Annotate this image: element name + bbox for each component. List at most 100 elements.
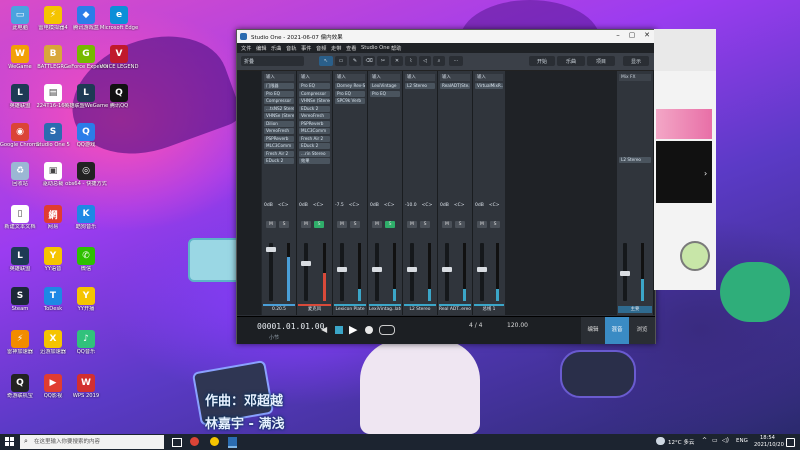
menu-item[interactable]: Studio One	[361, 45, 390, 51]
mute-tool-button[interactable]: ✕	[391, 56, 403, 66]
mute-button[interactable]: M	[301, 221, 311, 228]
fader-knob[interactable]	[407, 267, 417, 272]
mute-button[interactable]: M	[337, 221, 347, 228]
insert-slot[interactable]: SPC9k Verb	[335, 98, 365, 104]
mix-view-button[interactable]: 混音	[605, 317, 629, 344]
solo-button[interactable]: S	[490, 221, 500, 228]
desktop-icon[interactable]: e Microsoft Edge	[97, 4, 141, 44]
mute-button[interactable]: M	[477, 221, 487, 228]
draw-tool-button[interactable]: ✎	[349, 56, 361, 66]
mute-button[interactable]: M	[266, 221, 276, 228]
insert-slot[interactable]: 效果	[299, 158, 330, 164]
insert-slot[interactable]: Pro EQ	[299, 83, 330, 89]
insert-slot[interactable]: PSPReverb	[299, 120, 330, 127]
insert-slot[interactable]: VHNSe (Stereo)	[299, 98, 330, 104]
fader-track[interactable]	[304, 243, 308, 301]
pan-value[interactable]: <C>	[489, 203, 500, 208]
insert-slot[interactable]: EDuck 2	[299, 105, 330, 112]
minimize-icon[interactable]: –	[611, 31, 625, 42]
volume-value[interactable]: 0dB	[370, 203, 379, 208]
volume-value[interactable]: 0dB	[475, 203, 484, 208]
menu-item[interactable]: 乐曲	[271, 45, 281, 52]
channel-name[interactable]: Lexicon Plate	[334, 304, 366, 313]
fader-knob[interactable]	[442, 267, 452, 272]
menu-item[interactable]: 音轨	[286, 45, 296, 52]
erase-tool-button[interactable]: ⌫	[363, 56, 375, 66]
channel-input-label[interactable]: 输入	[475, 74, 503, 81]
insert-slot[interactable]: Fresh Air 2	[264, 150, 294, 157]
desktop-icon[interactable]: Y YY开播	[64, 285, 108, 325]
insert-slot[interactable]: PSPReverb	[264, 135, 294, 142]
insert-slot[interactable]: Pro EQ	[335, 90, 365, 97]
pan-value[interactable]: <C>	[313, 203, 324, 208]
fader-track[interactable]	[340, 243, 344, 301]
pan-value[interactable]: <C>	[349, 203, 360, 208]
insert-slot[interactable]: LexiVintage	[370, 83, 400, 89]
select-tool-button[interactable]: ↖	[319, 56, 333, 66]
snap-button[interactable]: ⋯	[449, 56, 463, 66]
listen-tool-button[interactable]: ◁	[419, 56, 431, 66]
channel-input-label[interactable]: 输入	[335, 74, 365, 81]
insert-slot[interactable]: VirtualMixR...	[475, 83, 503, 89]
desktop-icon[interactable]: W WPS 2019	[64, 372, 108, 412]
volume-value[interactable]: -7.5	[335, 203, 344, 208]
fader-knob[interactable]	[337, 267, 347, 272]
browse-view-button[interactable]: 浏览	[629, 317, 655, 344]
volume-value[interactable]: 0dB	[440, 203, 449, 208]
rewind-button[interactable]: ◀	[321, 325, 327, 334]
channel-input-label[interactable]: 输入	[440, 74, 470, 81]
channel-input-label[interactable]: 输入	[264, 74, 294, 81]
desktop-icon[interactable]: K 酷狗音乐	[64, 203, 108, 243]
channel-input-label[interactable]: 输入	[299, 74, 330, 81]
insert-slot[interactable]: L2 Stereo	[405, 83, 435, 89]
notification-icon[interactable]	[786, 438, 795, 447]
fader-knob[interactable]	[266, 247, 276, 252]
insert-slot[interactable]: Pro EQ	[370, 90, 400, 97]
taskbar-search-input[interactable]: 在这里输入你要搜索的内容	[20, 435, 164, 449]
main-insert-slot[interactable]: L2 Stereo	[619, 157, 651, 163]
channel-name[interactable]: LexiVintag..late	[369, 304, 401, 313]
menu-item[interactable]: 查看	[346, 45, 356, 52]
menu-item[interactable]: 文件	[241, 45, 251, 52]
zoom-tool-button[interactable]: ⌕	[433, 56, 445, 66]
channel-name[interactable]: Real ADT..ereo	[439, 304, 471, 313]
desktop-icon[interactable]: Q 腾讯QQ	[97, 82, 141, 122]
desktop-icon[interactable]: ♪ QQ音乐	[64, 328, 108, 368]
loop-button[interactable]	[379, 325, 395, 335]
insert-slot[interactable]: VereoFresh	[264, 128, 294, 134]
mute-button[interactable]: M	[407, 221, 417, 228]
chat-next-arrow-icon[interactable]: ›	[704, 169, 707, 178]
range-tool-button[interactable]: ▭	[335, 56, 347, 66]
pan-value[interactable]: <C>	[278, 203, 289, 208]
pan-value[interactable]: <C>	[454, 203, 465, 208]
insert-slot[interactable]: EDuck 2	[299, 143, 330, 149]
channel-name[interactable]: 总线 1	[474, 304, 504, 313]
insert-slot[interactable]: 门限器	[264, 83, 294, 89]
solo-button[interactable]: S	[279, 221, 289, 228]
menu-item[interactable]: 事件	[301, 45, 311, 52]
taskbar-studio-one-icon[interactable]	[228, 437, 237, 448]
show-button[interactable]: 显示	[623, 56, 649, 66]
record-button[interactable]	[365, 326, 373, 334]
insert-slot[interactable]: Dorney Rev-S	[335, 83, 365, 89]
insert-slot[interactable]: Dilion	[264, 120, 294, 127]
play-button[interactable]: ▶	[349, 323, 357, 336]
preset-dropdown[interactable]: 折叠	[241, 56, 304, 66]
fader-track[interactable]	[445, 243, 449, 301]
volume-value[interactable]: 0dB	[264, 203, 273, 208]
insert-slot[interactable]: Fresh Air 2	[299, 135, 330, 142]
tray-up-arrow-icon[interactable]: ^	[702, 437, 707, 444]
taskbar-app-icon[interactable]	[210, 437, 219, 446]
insert-slot[interactable]: ...rin Stereo	[299, 150, 330, 157]
mute-button[interactable]: M	[372, 221, 382, 228]
desktop-icon[interactable]: V VOICE LEGEND	[97, 43, 141, 83]
solo-button[interactable]: S	[385, 221, 395, 228]
volume-value[interactable]: -10.0	[405, 203, 417, 208]
fader-knob[interactable]	[301, 261, 311, 266]
fader-knob[interactable]	[372, 267, 382, 272]
fader-track[interactable]	[375, 243, 379, 301]
fader-track[interactable]	[410, 243, 414, 301]
desktop-icon[interactable]: ✆ 微信	[64, 245, 108, 285]
insert-slot[interactable]: ...tsNS2 Stereo	[264, 105, 294, 112]
song-button[interactable]: 乐曲	[557, 56, 585, 66]
